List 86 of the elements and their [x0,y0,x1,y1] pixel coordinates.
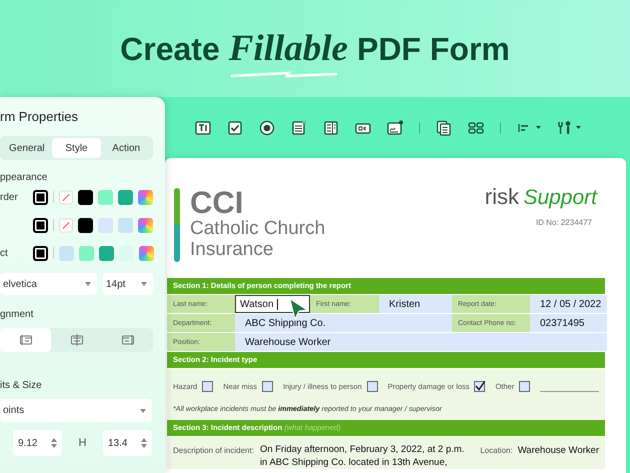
color-swatch[interactable] [78,190,93,204]
checkbox[interactable] [519,381,530,392]
no-color-swatch[interactable] [59,218,73,232]
headline-text: PDF Form [356,31,510,68]
radio-button-icon [259,120,275,136]
section-label: gnment [0,309,34,320]
caret-icon [85,282,91,286]
checkbox-tool[interactable] [227,120,243,136]
text-field-icon [195,120,211,136]
checkbox[interactable] [474,381,486,392]
logo-name: Insurance [190,239,274,260]
row-label: ct [0,248,9,258]
location-value: Warehouse Worker [518,445,599,456]
font-family-dropdown[interactable]: elvetica [0,273,97,295]
current-color-swatch[interactable] [33,246,48,260]
grid-icon [468,120,484,136]
input-field[interactable]: 02371495 [530,314,607,332]
height-field[interactable]: 13.4 [103,430,152,456]
no-color-swatch[interactable] [59,190,73,204]
text-field-tool[interactable] [195,120,211,136]
section-label: its & Size [0,380,43,391]
color-swatch[interactable] [78,218,93,232]
tab[interactable]: Action [101,138,152,158]
color-picker-swatch[interactable] [138,190,153,204]
caret-icon [536,126,541,129]
caret-icon [140,408,146,412]
color-swatch[interactable] [79,246,94,260]
stepper-icon [51,438,57,448]
caret-icon [576,126,581,129]
id-number: ID No: 2234477 [534,218,593,227]
pages-tool[interactable] [436,120,452,136]
section-label: ppearance [0,172,48,183]
input-field[interactable]: ABC Shipping Co. [235,314,452,332]
grid-tool[interactable] [468,120,484,136]
current-color-swatch[interactable] [33,190,48,204]
checkbox[interactable] [202,381,214,392]
brand-name: Support [523,186,597,209]
checkbox[interactable] [262,381,273,392]
logo-name: Catholic Church [190,218,326,239]
color-picker-swatch[interactable] [138,218,153,232]
caret-icon [141,282,147,286]
logo-mark: CCI [190,188,244,218]
font-size-dropdown[interactable]: 14pt [103,273,153,295]
units-dropdown[interactable]: oints [0,399,152,422]
current-color-swatch[interactable] [33,218,48,232]
mouse-pointer-icon [289,298,309,320]
height-label: H [78,437,88,449]
pages-icon [436,120,452,136]
color-swatch[interactable] [59,246,74,260]
input-field[interactable]: Watson [235,295,310,313]
tab[interactable]: Style [52,138,102,158]
align-button[interactable] [0,328,51,352]
stepper-icon [141,438,147,448]
row-label: rder [0,192,19,202]
input-field[interactable]: Kristen [379,295,452,313]
color-picker-swatch[interactable] [139,246,154,260]
radio-button-tool[interactable] [259,120,275,136]
signature-field-icon [387,120,403,136]
tools-icon [557,120,573,136]
checkbox[interactable] [366,381,378,392]
signature-field-tool[interactable] [387,120,403,136]
color-swatch[interactable] [98,190,113,204]
width-field[interactable]: 9.12 [13,430,62,456]
description-field[interactable]: On Friday afternoon, February 3, 2022, at 2 p.m. in ABC Shipping Co. located in 13th Avenue, [260,443,464,469]
panel-title: rm Properties [0,109,80,124]
headline-text: Create [120,31,220,68]
align-right-icon [120,333,134,347]
text-caret [276,298,278,310]
checkbox-icon [227,120,243,136]
combo-box-icon [323,120,339,136]
color-swatch[interactable] [99,246,114,260]
field-label: Description of incident: [173,445,254,457]
brand-name: risk [484,184,519,209]
color-swatch[interactable] [118,190,133,204]
list-box-icon [291,120,307,136]
align-left-icon [18,333,32,347]
list-box-tool[interactable] [291,120,307,136]
tools-tool[interactable] [557,120,581,136]
combo-box-tool[interactable] [323,120,339,136]
field-label: Location: [480,445,513,455]
align-center-icon [70,333,84,347]
input-field[interactable]: Warehouse Worker [235,333,607,351]
headline-emphasis: Fillable [228,28,348,69]
color-swatch[interactable] [118,218,133,232]
input-field[interactable]: 12 / 05 / 2022 [530,295,607,313]
tab[interactable]: General [2,138,52,158]
